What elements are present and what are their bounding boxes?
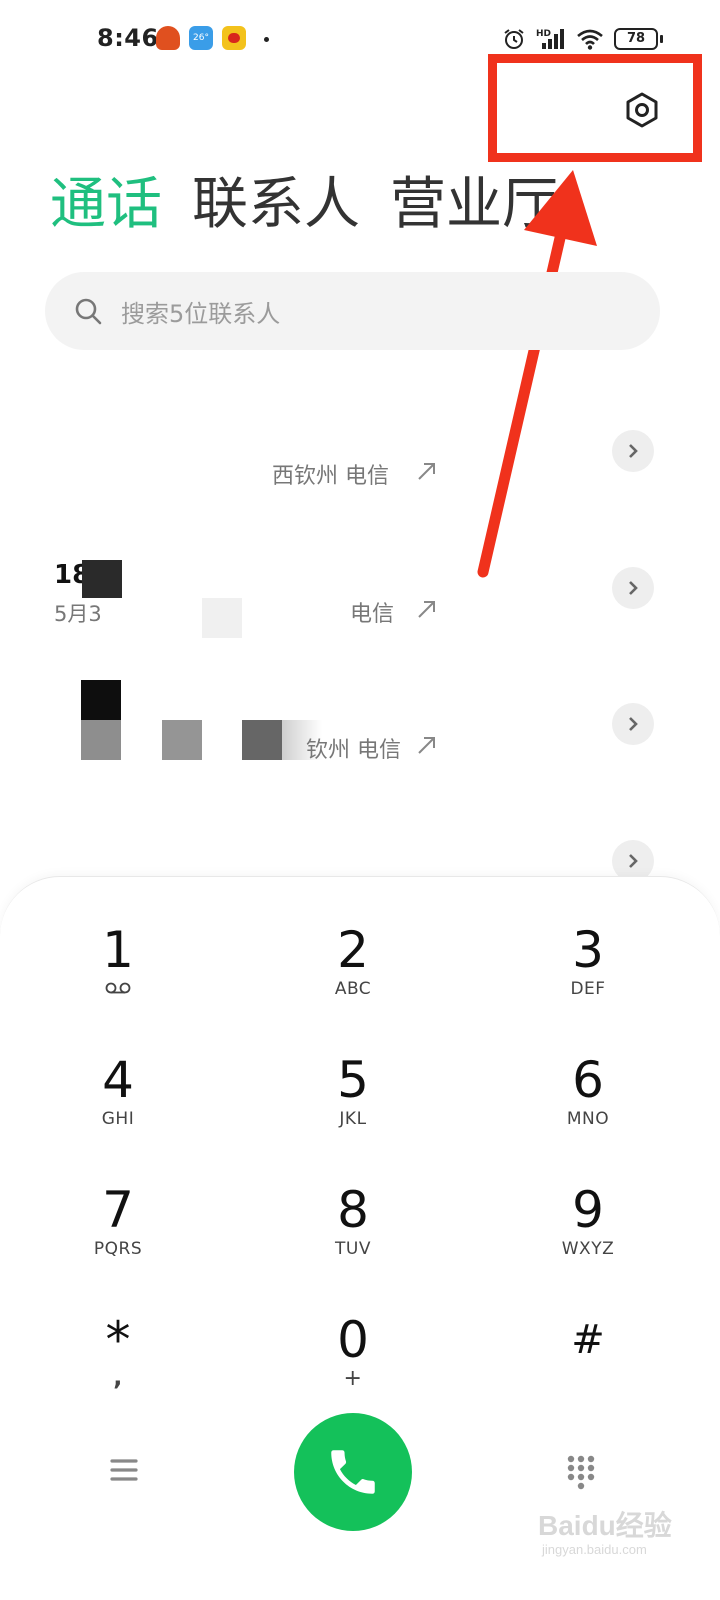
dial-key-2[interactable]: 2 ABC bbox=[253, 921, 453, 1031]
tab-service-hall[interactable]: 营业厅 bbox=[390, 170, 558, 240]
status-time: 8:46 bbox=[97, 24, 159, 52]
redaction-block bbox=[82, 560, 122, 598]
call-detail-button[interactable] bbox=[612, 703, 654, 745]
wifi-icon bbox=[577, 29, 603, 50]
annotation-highlight-box bbox=[488, 54, 702, 162]
call-log-item[interactable]: 钦州 电信 bbox=[0, 672, 720, 808]
chevron-right-icon bbox=[629, 854, 638, 868]
menu-icon[interactable] bbox=[104, 1450, 144, 1490]
status-icons: HD 78 bbox=[502, 24, 663, 54]
signal-icon: HD bbox=[536, 29, 564, 49]
dial-key-hash[interactable]: # bbox=[488, 1311, 688, 1421]
call-button[interactable] bbox=[294, 1413, 412, 1531]
app-notification-icon bbox=[156, 26, 180, 50]
search-bar[interactable]: 搜索5位联系人 bbox=[45, 272, 660, 350]
dial-key-letters: JKL bbox=[339, 1109, 367, 1129]
dial-key-3[interactable]: 3 DEF bbox=[488, 921, 688, 1031]
redaction-block bbox=[202, 598, 242, 638]
call-outgoing-icon bbox=[418, 601, 435, 618]
weather-notification-icon: 26° bbox=[189, 26, 213, 50]
dial-key-8[interactable]: 8 TUV bbox=[253, 1181, 453, 1291]
redaction-block bbox=[162, 720, 202, 760]
call-outgoing-icon bbox=[418, 463, 435, 480]
dial-key-6[interactable]: 6 MNO bbox=[488, 1051, 688, 1161]
watermark-logo: Baidu经验 bbox=[538, 1510, 672, 1541]
weibo-notification-icon bbox=[222, 26, 246, 50]
dial-key-letters: DEF bbox=[570, 979, 606, 999]
watermark-url: jingyan.baidu.com bbox=[542, 1542, 647, 1557]
chevron-right-icon bbox=[629, 444, 638, 458]
tab-bar: 通话 联系人 营业厅 bbox=[50, 170, 558, 240]
call-outgoing-icon bbox=[418, 737, 435, 754]
search-placeholder: 搜索5位联系人 bbox=[121, 299, 281, 328]
dial-key-letters: PQRS bbox=[93, 1239, 143, 1259]
dial-key-5[interactable]: 5 JKL bbox=[253, 1051, 453, 1161]
chevron-right-icon bbox=[629, 581, 638, 595]
tab-calls[interactable]: 通话 bbox=[50, 170, 162, 240]
dial-key-digit: 3 bbox=[572, 921, 604, 979]
dial-key-digit: * bbox=[105, 1311, 131, 1369]
call-location: 钦州 电信 bbox=[306, 738, 401, 763]
search-icon bbox=[75, 298, 102, 325]
call-location: 西钦州 电信 bbox=[272, 464, 389, 489]
dial-key-7[interactable]: 7 PQRS bbox=[18, 1181, 218, 1291]
dial-key-letters: MNO bbox=[566, 1109, 610, 1129]
dial-key-4[interactable]: 4 GHI bbox=[18, 1051, 218, 1161]
dial-key-letters: ABC bbox=[334, 979, 372, 999]
dial-key-digit: 1 bbox=[102, 921, 134, 979]
more-notifications-dot bbox=[264, 37, 269, 42]
baidu-watermark: Baidu经验 jingyan.baidu.com bbox=[538, 1490, 698, 1560]
svg-text:HD: HD bbox=[536, 29, 551, 39]
dial-key-9[interactable]: 9 WXYZ bbox=[488, 1181, 688, 1291]
dial-key-digit: 7 bbox=[102, 1181, 134, 1239]
call-location: 电信 bbox=[350, 602, 395, 627]
dial-key-digit: 5 bbox=[337, 1051, 369, 1109]
dial-key-digit: 4 bbox=[102, 1051, 134, 1109]
dial-key-digit: 8 bbox=[337, 1181, 369, 1239]
dial-key-digit: # bbox=[571, 1317, 605, 1363]
dialpad-icon[interactable] bbox=[565, 1454, 597, 1490]
call-date: 5月3 bbox=[54, 602, 102, 626]
dial-key-letters: TUV bbox=[335, 1239, 371, 1259]
chevron-right-icon bbox=[629, 717, 638, 731]
voicemail-icon bbox=[105, 982, 131, 994]
call-log-list: 西钦州 电信 18 5月3 电信 钦州 电信 bbox=[0, 400, 720, 882]
redaction-block bbox=[81, 680, 121, 720]
call-log-item[interactable]: 西钦州 电信 bbox=[0, 400, 720, 536]
dial-key-letters: GHI bbox=[101, 1109, 135, 1129]
tab-contacts[interactable]: 联系人 bbox=[192, 170, 360, 240]
dial-key-letters: WXYZ bbox=[561, 1239, 615, 1259]
dial-key-0[interactable]: 0 + bbox=[253, 1311, 453, 1421]
redaction-block bbox=[242, 720, 282, 760]
call-detail-button[interactable] bbox=[612, 430, 654, 472]
dial-key-letters: , bbox=[113, 1363, 123, 1391]
dial-key-digit: 2 bbox=[337, 921, 369, 979]
alarm-icon bbox=[504, 29, 524, 49]
dial-key-star[interactable]: * , bbox=[18, 1311, 218, 1421]
dial-key-digit: 0 bbox=[337, 1311, 369, 1369]
dial-key-digit: 9 bbox=[572, 1181, 604, 1239]
call-log-item[interactable]: 18 5月3 电信 bbox=[0, 536, 720, 672]
phone-icon bbox=[331, 1450, 375, 1494]
dial-key-1[interactable]: 1 bbox=[18, 921, 218, 1031]
redaction-block bbox=[81, 720, 121, 760]
call-detail-button[interactable] bbox=[612, 567, 654, 609]
dial-key-letters: + bbox=[343, 1366, 363, 1391]
battery-icon: 78 bbox=[614, 28, 663, 50]
dial-key-digit: 6 bbox=[572, 1051, 604, 1109]
